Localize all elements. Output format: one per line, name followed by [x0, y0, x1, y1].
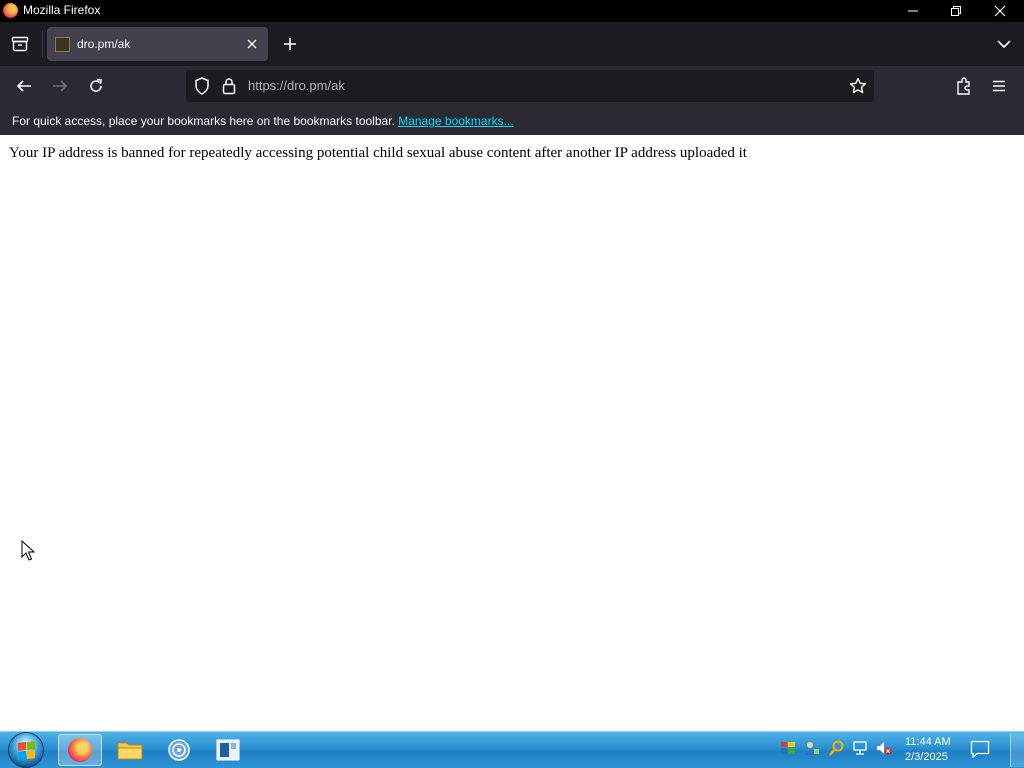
bookmarks-hint-text: For quick access, place your bookmarks h…: [12, 114, 395, 128]
taskbar-window-app-button[interactable]: [206, 734, 250, 766]
start-button[interactable]: [8, 732, 44, 768]
reload-icon: [90, 78, 102, 92]
taskbar-firefox-button[interactable]: [58, 734, 102, 766]
tab-title: dro.pm/ak: [77, 37, 131, 51]
minimize-icon: [908, 10, 918, 12]
bookmarks-toolbar-message: For quick access, place your bookmarks h…: [12, 114, 514, 128]
forward-arrow-icon: [53, 80, 68, 92]
list-all-tabs-button[interactable]: [990, 30, 1018, 58]
close-window-button[interactable]: [978, 0, 1022, 22]
plus-icon: [284, 38, 296, 50]
system-clock[interactable]: 11:44 AM 2/3/2025: [905, 735, 951, 765]
back-arrow-icon: [16, 80, 31, 92]
disc-app-icon: [168, 739, 190, 761]
app-menu-button[interactable]: [983, 70, 1015, 102]
tab-separator: [42, 30, 43, 58]
reload-button[interactable]: [80, 70, 112, 102]
tray-volume-muted-icon[interactable]: [876, 740, 892, 756]
bookmark-star-button[interactable]: [848, 76, 868, 96]
url-text[interactable]: https://dro.pm/ak: [248, 78, 345, 93]
chevron-down-icon: [997, 40, 1011, 49]
bookmarks-toolbar: For quick access, place your bookmarks h…: [0, 106, 1024, 135]
show-desktop-button[interactable]: [1010, 733, 1024, 767]
taskbar-disc-app-button[interactable]: [157, 734, 201, 766]
close-icon: [994, 5, 1006, 17]
restore-button[interactable]: [934, 0, 978, 22]
lock-icon[interactable]: [222, 77, 236, 95]
firefox-view-button[interactable]: [4, 30, 36, 58]
firefox-logo-icon: [3, 3, 18, 18]
window-titlebar: Mozilla Firefox: [0, 0, 1024, 22]
clock-time: 11:44 AM: [905, 736, 951, 748]
puzzle-piece-icon: [957, 77, 970, 95]
tracking-protection-shield-icon[interactable]: [194, 77, 210, 95]
taskbar: 11:44 AM 2/3/2025: [0, 731, 1024, 768]
navigation-toolbar: https://dro.pm/ak: [0, 66, 1024, 106]
minimize-button[interactable]: [891, 0, 935, 22]
new-tab-button[interactable]: [276, 30, 304, 58]
window-app-icon: [216, 739, 240, 761]
tray-flag-icon[interactable]: [780, 740, 796, 756]
star-icon: [849, 77, 867, 94]
firefox-icon: [68, 738, 92, 762]
close-tab-button[interactable]: [244, 36, 260, 52]
action-center-icon[interactable]: [970, 740, 990, 758]
taskbar-file-explorer-button[interactable]: [108, 734, 152, 766]
restore-icon: [951, 6, 961, 16]
hamburger-menu-icon: [993, 80, 1005, 92]
tab-strip: dro.pm/ak: [0, 22, 1024, 66]
mouse-cursor-icon: [21, 540, 35, 561]
extensions-button[interactable]: [948, 70, 980, 102]
windows-logo-icon: [17, 740, 35, 760]
clock-date: 2/3/2025: [905, 751, 948, 763]
window-title: Mozilla Firefox: [23, 3, 101, 17]
forward-button[interactable]: [44, 70, 76, 102]
back-button[interactable]: [8, 70, 40, 102]
address-bar[interactable]: https://dro.pm/ak: [186, 70, 874, 102]
tray-network-icon[interactable]: [852, 740, 868, 756]
site-favicon-icon: [55, 37, 70, 52]
close-icon: [247, 39, 257, 49]
ban-message: Your IP address is banned for repeatedly…: [9, 145, 747, 161]
page-content: Your IP address is banned for repeatedly…: [0, 135, 1024, 731]
firefox-view-icon: [11, 36, 29, 52]
tray-network-user-icon[interactable]: [804, 740, 820, 756]
tray-magnifier-icon[interactable]: [829, 740, 845, 756]
tab-active[interactable]: dro.pm/ak: [47, 27, 268, 61]
file-explorer-icon: [117, 742, 143, 760]
manage-bookmarks-link[interactable]: Manage bookmarks...: [398, 114, 513, 128]
